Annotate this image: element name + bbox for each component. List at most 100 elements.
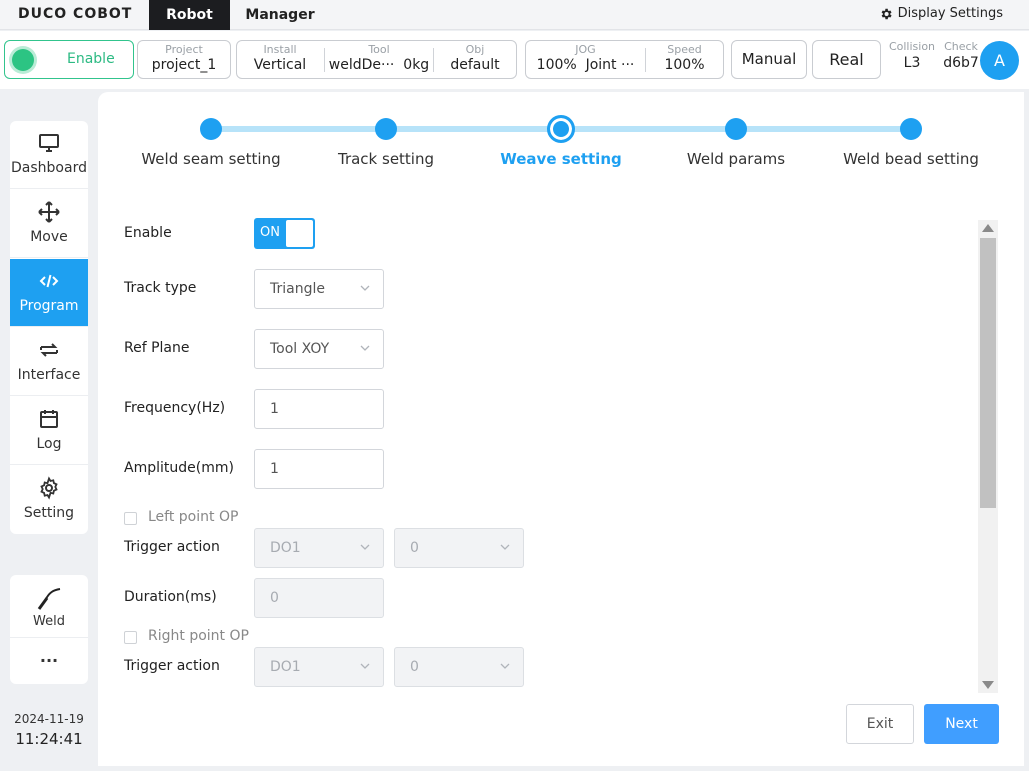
enable-toggle[interactable]: ON	[254, 218, 315, 249]
sidebar-item-move[interactable]: Move	[10, 190, 88, 258]
display-settings-button[interactable]: Display Settings	[879, 6, 1003, 21]
status-bar: Enable Project project_1 Install Vertica…	[0, 31, 1029, 89]
right-point-op-label: Right point OP	[148, 628, 249, 644]
collision-label: Collision	[888, 40, 936, 53]
sidebar-item-label: Interface	[17, 367, 81, 383]
collision-value: L3	[903, 55, 921, 71]
display-settings-label: Display Settings	[897, 6, 1003, 21]
form-scrollbar[interactable]	[978, 220, 998, 693]
jog-label: JOG	[575, 43, 596, 56]
step-dot-2[interactable]	[375, 118, 397, 140]
step-label-weave[interactable]: Weave setting	[471, 150, 651, 168]
step-dot-1[interactable]	[200, 118, 222, 140]
sidebar-item-setting[interactable]: Setting	[10, 466, 88, 534]
toggle-knob	[286, 220, 313, 247]
tab-robot[interactable]: Robot	[149, 0, 230, 30]
left-point-op-checkbox[interactable]	[124, 512, 137, 525]
datetime: 2024-11-19 11:24:41	[0, 712, 98, 748]
ref-plane-select[interactable]: Tool XOY	[254, 329, 384, 369]
sidebar-item-label: Program	[19, 298, 79, 314]
scroll-up-arrow-icon[interactable]	[982, 224, 994, 232]
sidebar-item-label: Dashboard	[11, 160, 87, 176]
install-tool-obj-box[interactable]: Install Vertical Tool weldDe··· 0kg Obj …	[236, 40, 517, 79]
sidebar-item-label: Move	[30, 229, 68, 245]
chevron-down-icon	[360, 544, 370, 550]
amplitude-value: 1	[270, 461, 279, 477]
toggle-on-text: ON	[260, 225, 280, 240]
sidebar-item-program[interactable]: Program	[10, 259, 88, 327]
top-nav: DUCO COBOT Robot Manager Display Setting…	[0, 0, 1029, 30]
track-type-select[interactable]: Triangle	[254, 269, 384, 309]
check-label: Check	[944, 40, 978, 53]
step-label-weld-seam[interactable]: Weld seam setting	[121, 150, 301, 168]
duration-input[interactable]: 0	[254, 578, 384, 618]
amplitude-input[interactable]: 1	[254, 449, 384, 489]
sidebar-item-weld[interactable]: Weld	[10, 575, 88, 638]
trigger-action-label: Trigger action	[124, 539, 220, 555]
tool-value: weldDe···	[328, 57, 395, 73]
track-type-label: Track type	[124, 280, 197, 296]
duration-value: 0	[270, 590, 279, 606]
step-dot-5[interactable]	[900, 118, 922, 140]
move-arrows-icon	[38, 201, 60, 223]
left-point-op-label: Left point OP	[148, 509, 239, 525]
check-value: d6b7	[943, 55, 979, 71]
sidebar-item-interface[interactable]: Interface	[10, 328, 88, 396]
enable-label: Enable	[67, 51, 115, 67]
trigger-value: 0	[410, 659, 419, 675]
obj-label: Obj	[465, 43, 485, 56]
tab-manager[interactable]: Manager	[236, 0, 324, 30]
frequency-value: 1	[270, 401, 279, 417]
sidebar-item-label: Setting	[23, 505, 75, 521]
trigger-action-port-select[interactable]: DO1	[254, 528, 384, 568]
chevron-down-icon	[360, 663, 370, 669]
enable-button[interactable]: Enable	[4, 40, 134, 79]
sidebar-item-label: Log	[36, 436, 62, 452]
install-label: Install	[263, 43, 297, 56]
ref-plane-label: Ref Plane	[124, 340, 190, 356]
duration-label: Duration(ms)	[124, 589, 217, 605]
frequency-label: Frequency(Hz)	[124, 400, 226, 416]
right-point-op-checkbox[interactable]	[124, 631, 137, 644]
tool-label: Tool	[368, 43, 390, 56]
scroll-thumb[interactable]	[980, 238, 996, 508]
jog-speed-box[interactable]: JOG 100% Joint ··· Speed 100%	[525, 40, 724, 79]
frequency-input[interactable]: 1	[254, 389, 384, 429]
chevron-down-icon	[360, 285, 370, 291]
install-value: Vertical	[253, 57, 307, 73]
jog-mode: Joint ···	[585, 57, 635, 73]
calendar-icon	[40, 410, 58, 428]
tool-weight: 0kg	[403, 57, 430, 73]
scroll-down-arrow-icon[interactable]	[982, 681, 994, 689]
weld-torch-icon	[37, 588, 61, 610]
check-indicator[interactable]: Check d6b7	[942, 40, 980, 71]
time-text: 11:24:41	[15, 730, 83, 748]
collision-indicator[interactable]: Collision L3	[886, 40, 938, 71]
sidebar-item-log[interactable]: Log	[10, 397, 88, 465]
trigger-action-label: Trigger action	[124, 658, 220, 674]
trigger-action-value-select[interactable]: 0	[394, 647, 524, 687]
track-type-value: Triangle	[270, 281, 325, 297]
jog-value: 100%	[536, 57, 577, 73]
amplitude-label: Amplitude(mm)	[124, 460, 234, 476]
step-dot-4[interactable]	[725, 118, 747, 140]
user-avatar[interactable]: A	[980, 41, 1019, 80]
code-icon	[39, 274, 59, 288]
exit-button[interactable]: Exit	[846, 704, 914, 744]
step-dot-3[interactable]	[547, 115, 575, 143]
step-label-track[interactable]: Track setting	[296, 150, 476, 168]
sidebar-item-dashboard[interactable]: Dashboard	[10, 121, 88, 189]
monitor-icon	[39, 134, 59, 152]
project-box[interactable]: Project project_1	[137, 40, 231, 79]
step-label-weld-params[interactable]: Weld params	[646, 150, 826, 168]
date-text: 2024-11-19	[14, 712, 84, 726]
trigger-action-port-select[interactable]: DO1	[254, 647, 384, 687]
trigger-port-value: DO1	[270, 659, 301, 675]
obj-value: default	[450, 57, 500, 73]
step-label-weld-bead[interactable]: Weld bead setting	[821, 150, 1001, 168]
more-button[interactable]: ···	[10, 651, 88, 670]
trigger-action-value-select[interactable]: 0	[394, 528, 524, 568]
real-button[interactable]: Real	[812, 40, 881, 79]
manual-button[interactable]: Manual	[731, 40, 807, 79]
next-button[interactable]: Next	[924, 704, 999, 744]
